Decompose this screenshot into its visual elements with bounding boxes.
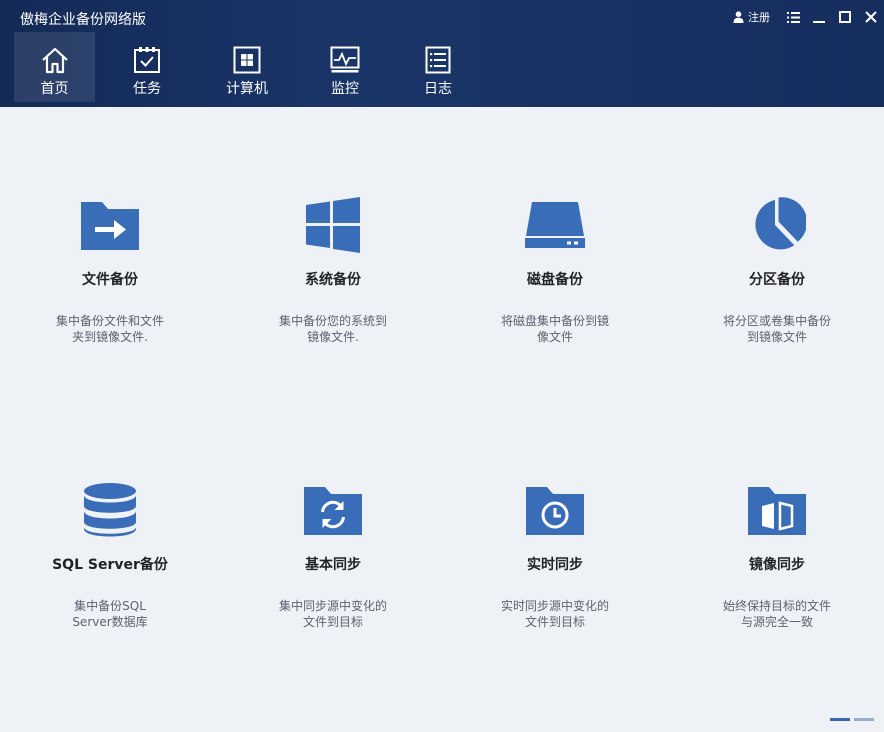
disk-icon xyxy=(525,202,585,248)
menu-button[interactable] xyxy=(780,0,806,34)
nav-monitor-label: 监控 xyxy=(331,81,359,97)
nav-task-label: 任务 xyxy=(133,81,161,97)
nav-computer[interactable]: 计算机 xyxy=(199,32,295,102)
nav-task[interactable]: 任务 xyxy=(95,32,199,102)
computer-icon xyxy=(233,46,261,74)
close-icon xyxy=(865,11,877,23)
page-indicator xyxy=(830,718,874,721)
nav-log-label: 日志 xyxy=(424,81,452,97)
folder-sync-icon xyxy=(304,487,362,535)
card-disk-backup-desc: 将磁盘集中备份到镜像文件 xyxy=(500,314,609,344)
maximize-button[interactable] xyxy=(832,0,858,34)
maximize-icon xyxy=(839,11,851,23)
card-partition-backup-title: 分区备份 xyxy=(749,272,805,288)
card-realtime-sync-title: 实时同步 xyxy=(527,557,583,573)
card-file-backup[interactable]: 文件备份 集中备份文件和文件夹到镜像文件. xyxy=(10,195,210,345)
home-icon xyxy=(41,47,68,74)
card-partition-backup[interactable]: 分区备份 将分区或卷集中备份到镜像文件 xyxy=(677,195,877,345)
folder-clock-icon xyxy=(526,487,584,535)
nav-home[interactable]: 首页 xyxy=(14,32,95,102)
card-disk-backup[interactable]: 磁盘备份 将磁盘集中备份到镜像文件 xyxy=(455,195,655,345)
register-label: 注册 xyxy=(748,11,770,24)
nav-monitor[interactable]: 监控 xyxy=(295,32,395,102)
register-button[interactable]: 注册 xyxy=(733,9,770,25)
card-system-backup-title: 系统备份 xyxy=(305,272,361,288)
card-mirror-sync-desc: 始终保持目标的文件与源完全一致 xyxy=(722,599,831,629)
minimize-icon xyxy=(813,21,825,23)
user-icon xyxy=(733,11,744,23)
card-system-backup-desc: 集中备份您的系统到镜像文件. xyxy=(278,314,387,344)
minimize-button[interactable] xyxy=(806,0,832,34)
card-mirror-sync[interactable]: 镜像同步 始终保持目标的文件与源完全一致 xyxy=(677,480,877,630)
folder-arrow-icon xyxy=(81,202,139,250)
page-dot-1[interactable] xyxy=(830,718,850,721)
close-button[interactable] xyxy=(858,0,884,34)
title-bar: 傲梅企业备份网络版 注册 首页 任务 计算机 监控 日志 xyxy=(0,0,884,107)
database-icon xyxy=(84,483,136,537)
card-file-backup-desc: 集中备份文件和文件夹到镜像文件. xyxy=(55,314,164,344)
folder-mirror-icon xyxy=(748,487,806,535)
app-title: 傲梅企业备份网络版 xyxy=(20,12,146,28)
card-basic-sync-title: 基本同步 xyxy=(305,557,361,573)
nav-computer-label: 计算机 xyxy=(226,81,268,97)
pie-icon xyxy=(755,197,806,250)
windows-icon xyxy=(306,197,360,253)
page-dot-2[interactable] xyxy=(854,718,874,721)
card-sql-backup[interactable]: SQL Server备份 集中备份SQL Server数据库 xyxy=(10,480,210,630)
monitor-icon xyxy=(330,46,360,73)
task-icon xyxy=(134,47,160,73)
card-realtime-sync-desc: 实时同步源中变化的文件到目标 xyxy=(500,599,609,629)
card-system-backup[interactable]: 系统备份 集中备份您的系统到镜像文件. xyxy=(233,195,433,345)
main-nav: 首页 任务 计算机 监控 日志 xyxy=(14,32,481,102)
card-partition-backup-desc: 将分区或卷集中备份到镜像文件 xyxy=(722,314,831,344)
card-basic-sync[interactable]: 基本同步 集中同步源中变化的文件到目标 xyxy=(233,480,433,630)
nav-home-label: 首页 xyxy=(40,81,69,97)
home-panel: 文件备份 集中备份文件和文件夹到镜像文件. 系统备份 集中备份您的系统到镜像文件… xyxy=(0,107,884,732)
log-icon xyxy=(425,46,451,74)
menu-icon xyxy=(786,11,800,23)
card-basic-sync-desc: 集中同步源中变化的文件到目标 xyxy=(278,599,387,629)
window-controls: 注册 xyxy=(733,0,884,34)
card-mirror-sync-title: 镜像同步 xyxy=(749,557,805,573)
card-sql-backup-title: SQL Server备份 xyxy=(52,557,168,573)
card-disk-backup-title: 磁盘备份 xyxy=(527,272,583,288)
nav-log[interactable]: 日志 xyxy=(395,32,481,102)
card-file-backup-title: 文件备份 xyxy=(82,272,138,288)
card-sql-backup-desc: 集中备份SQL Server数据库 xyxy=(72,599,148,629)
card-realtime-sync[interactable]: 实时同步 实时同步源中变化的文件到目标 xyxy=(455,480,655,630)
